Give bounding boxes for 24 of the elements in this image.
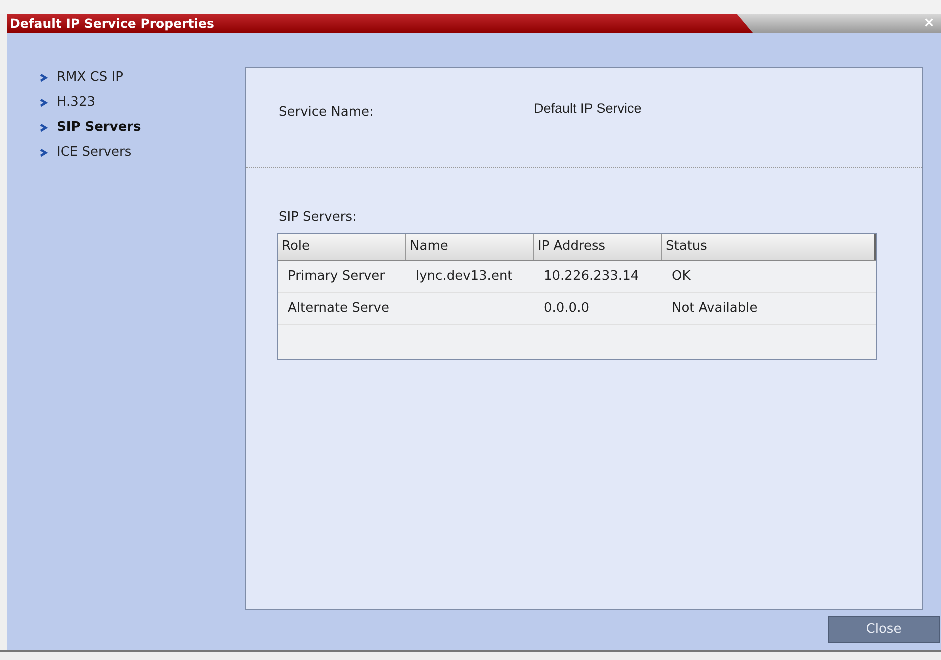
table-cell: 10.226.233.14: [544, 269, 640, 284]
chevron-icon: [39, 148, 49, 158]
window-title: Default IP Service Properties: [9, 16, 214, 31]
chevron-icon: [39, 72, 49, 82]
field-label: Service Name:: [279, 105, 375, 120]
sidebar-item[interactable]: H.323: [39, 95, 245, 110]
sidebar-item[interactable]: SIP Servers: [39, 120, 245, 135]
sidebar-item[interactable]: ICE Servers: [39, 145, 245, 160]
field-value: Default IP Service: [534, 101, 642, 118]
sidebar-item[interactable]: RMX CS IP: [39, 70, 245, 85]
column-header[interactable]: Role: [278, 234, 406, 260]
chevron-icon: [39, 98, 49, 108]
table-cell: OK: [672, 269, 691, 284]
table-cell: Primary Server: [288, 269, 385, 284]
table-cell: Not Available: [672, 301, 758, 316]
close-button[interactable]: Close: [828, 616, 940, 643]
section-label: SIP Servers:: [279, 210, 358, 225]
column-header[interactable]: Status: [662, 234, 876, 260]
chevron-icon: [39, 122, 49, 132]
table-cell: lync.dev13.ent: [416, 269, 513, 284]
table-cell: 0.0.0.0: [544, 301, 590, 316]
column-header[interactable]: IP Address: [534, 234, 662, 260]
table-cell: Alternate Serve: [288, 301, 390, 316]
column-header[interactable]: Name: [406, 234, 534, 260]
